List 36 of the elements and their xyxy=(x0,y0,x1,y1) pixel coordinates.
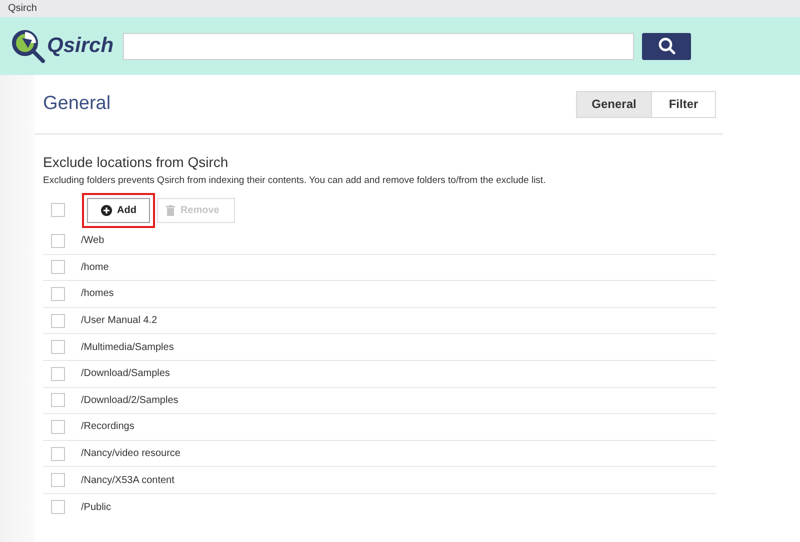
section-description: Excluding folders prevents Qsirch from indexing their contents. You can add and remove folders to/from the exclude list. xyxy=(43,175,547,186)
checkbox[interactable] xyxy=(51,366,65,381)
checkbox[interactable] xyxy=(51,286,65,301)
folder-path: /Nancy/X53A content xyxy=(81,474,174,486)
search-button[interactable] xyxy=(642,32,691,60)
search-field[interactable] xyxy=(123,32,634,60)
magnifier-logo-icon xyxy=(10,28,46,64)
folder-path: /Download/2/Samples xyxy=(81,394,178,406)
checkbox[interactable] xyxy=(51,314,65,328)
folder-path: /Download/Samples xyxy=(81,368,170,380)
folder-path: /Multimedia/Samples xyxy=(81,342,174,353)
folder-path: /User Manual 4.2 xyxy=(81,315,158,326)
trash-icon xyxy=(166,204,176,216)
folder-path: /Nancy/video resource xyxy=(81,448,180,460)
section-heading: Exclude locations from Qsirch xyxy=(43,154,230,170)
checkbox[interactable] xyxy=(51,260,65,274)
checkbox[interactable] xyxy=(51,234,65,248)
add-button[interactable]: Add xyxy=(87,198,150,222)
checkbox[interactable] xyxy=(51,500,65,514)
logo-text: Qsirch xyxy=(47,34,114,58)
folder-path: /homes xyxy=(81,288,114,300)
checkbox[interactable] xyxy=(51,340,65,354)
checkbox[interactable] xyxy=(51,203,65,217)
plus-circle-icon xyxy=(101,204,112,216)
checkbox[interactable] xyxy=(51,473,65,488)
checkbox[interactable] xyxy=(51,393,65,408)
page-title: General xyxy=(43,93,111,115)
tab[interactable]: General xyxy=(577,92,652,116)
search-icon xyxy=(658,37,676,55)
folder-path: /Recordings xyxy=(81,421,134,432)
checkbox[interactable] xyxy=(51,420,65,434)
folder-path: /Public xyxy=(81,502,112,513)
folder-path: /Web xyxy=(81,235,104,246)
window-title: Qsirch xyxy=(8,3,37,14)
folder-path: /home xyxy=(81,262,109,273)
checkbox[interactable] xyxy=(51,446,65,461)
